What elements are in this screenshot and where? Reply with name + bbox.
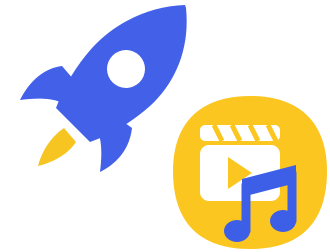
rocket-flame — [38, 128, 76, 166]
sticker-canvas — [0, 0, 330, 252]
video-music-icon — [173, 96, 327, 249]
rocket-window — [107, 50, 145, 88]
